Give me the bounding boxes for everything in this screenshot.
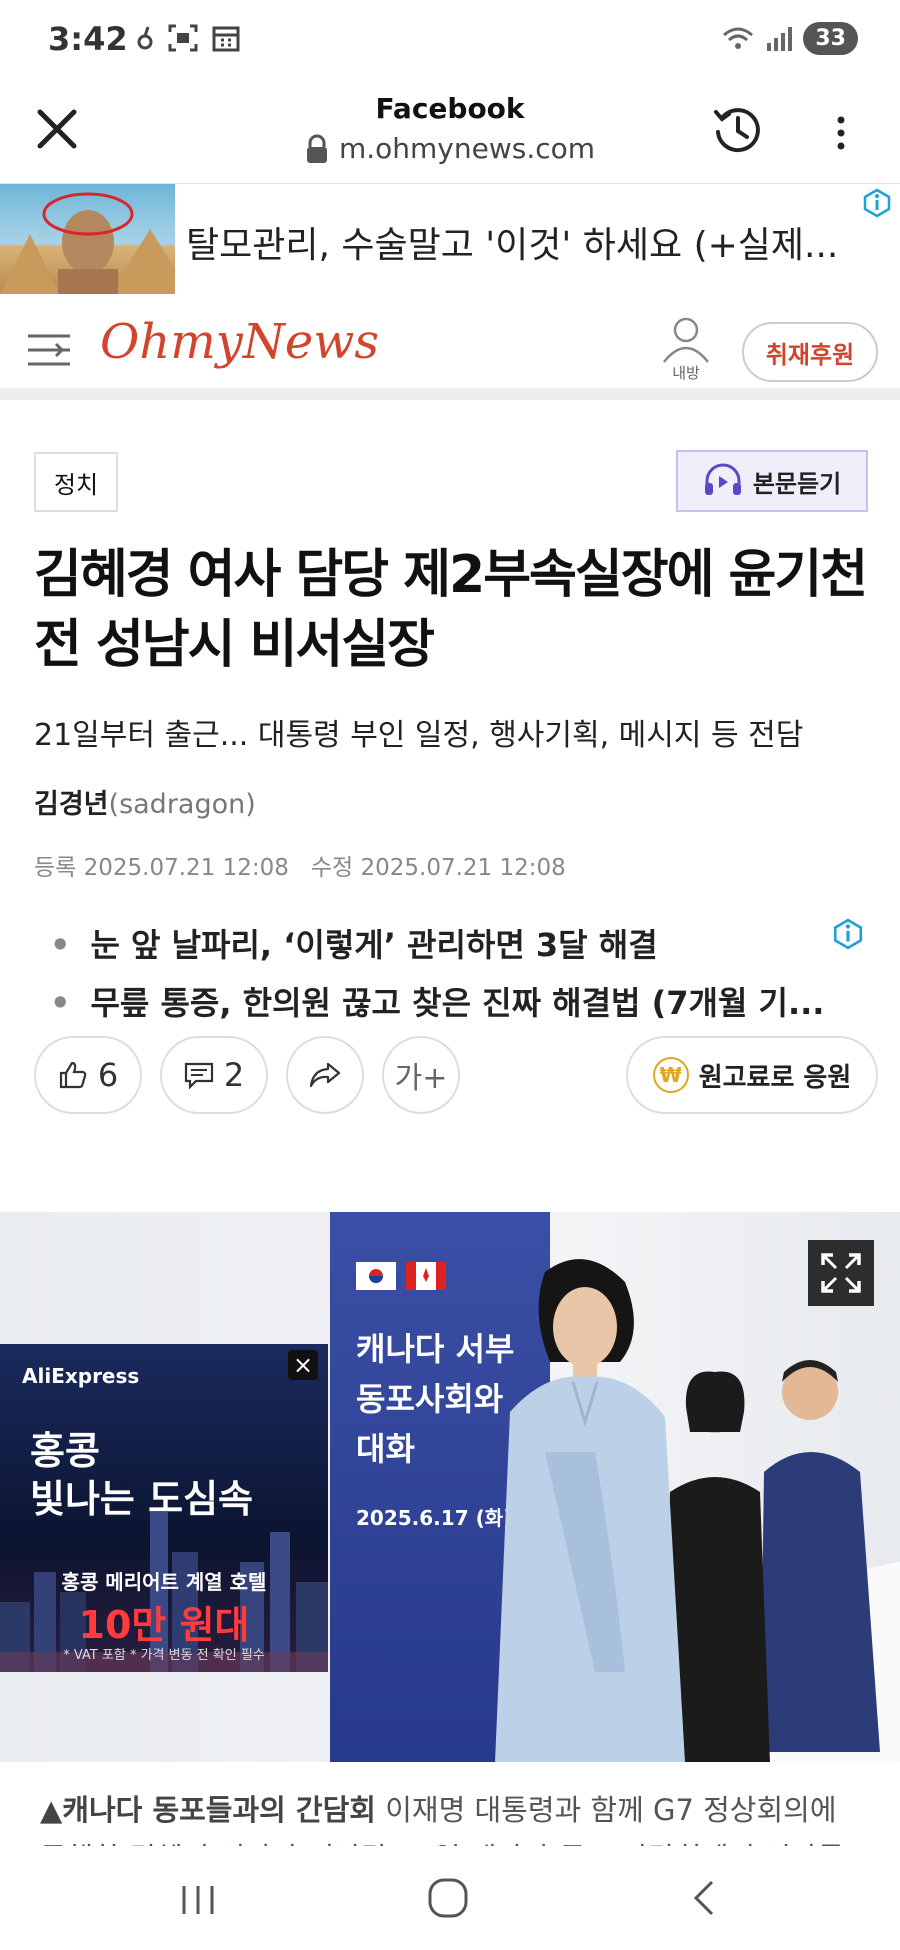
top-ad-text[interactable]: 탈모관리, 수술말고 '이것' 하세요 (+실제... [186,216,886,268]
site-logo[interactable]: OhmyNews [100,314,379,370]
byline[interactable]: 김경년(sadragon) [34,782,256,821]
ad-thumbnail-art [0,192,175,294]
won-coin-icon: ₩ [652,1057,689,1093]
canada-flag-icon [406,1262,446,1290]
ad-brand: AliExpress [22,1364,140,1388]
sponsor-button[interactable]: 취재후원 [742,322,878,382]
related-link[interactable]: 눈 앞 날파리, ‘이렇게’ 관리하면 3달 해결 [50,920,850,978]
calendar-icon [212,26,240,52]
recents-icon[interactable] [178,1880,218,1920]
registered-date: 등록 2025.07.21 12:08 [34,855,289,881]
banner-text-line: 대화 [356,1430,415,1468]
listen-label: 본문듣기 [752,469,842,498]
user-icon [663,317,709,363]
more-icon[interactable] [826,108,856,158]
comment-button[interactable]: 2 [160,1036,268,1114]
wifi-icon [723,27,754,49]
system-nav-bar [0,1846,900,1950]
ad-thumbnail[interactable] [0,184,175,294]
status-time: 3:42 [48,20,128,58]
article-headline: 김혜경 여사 담당 제2부속실장에 윤기천 전 성남시 비서실장 [34,545,868,675]
photo-woman [495,1259,685,1762]
expand-button[interactable] [808,1240,874,1306]
info-icon[interactable] [862,188,892,218]
related-links: 눈 앞 날파리, ‘이렇게’ 관리하면 3달 해결 무릎 통증, 한의원 끊고 … [50,920,850,1036]
history-icon[interactable] [710,102,766,158]
info-icon[interactable] [832,918,864,950]
category-tag[interactable]: 정치 [34,452,118,512]
modified-date: 수정 2025.07.21 12:08 [310,855,566,881]
article-dates: 등록 2025.07.21 12:08 수정 2025.07.21 12:08 [34,848,566,882]
headphones-icon [704,463,741,495]
share-icon [309,1062,341,1088]
overlay-ad[interactable]: AliExpress × 홍콩 빛나는 도심속 홍콩 메리어트 계열 호텔 10… [0,1344,328,1672]
font-size-button[interactable]: 가+ [382,1036,460,1114]
author-id: (sadragon) [108,789,256,820]
share-button[interactable] [286,1036,364,1114]
back-icon[interactable] [686,1878,722,1918]
lock-icon [306,134,327,163]
browser-url-text: m.ohmynews.com [338,132,596,165]
support-button[interactable]: ₩ 원고료로 응원 [626,1036,878,1114]
home-icon[interactable] [426,1876,470,1920]
fullscreen-icon [821,1253,861,1293]
ad-subtext: 홍콩 메리어트 계열 호텔 [61,1570,267,1594]
like-button[interactable]: 6 [34,1036,142,1114]
status-icons-right: 33 [721,22,858,55]
author-name[interactable]: 김경년 [34,789,109,820]
signal-icon [767,26,793,51]
comment-icon [184,1062,213,1089]
thumbs-up-icon [59,1061,87,1089]
listen-button[interactable]: 본문듣기 [676,450,868,512]
ad-headline-2: 빛나는 도심속 [30,1477,253,1521]
menu-icon[interactable] [26,330,72,370]
status-icons-left [136,24,240,52]
status-bar: 3:42 33 [0,0,900,84]
support-label: 원고료로 응원 [698,1062,852,1093]
caption-title: ▲캐나다 동포들과의 간담회 [40,1793,376,1827]
top-ad-banner[interactable]: 탈모관리, 수술말고 '이것' 하세요 (+실제... [0,184,900,296]
korea-flag-icon [356,1262,396,1290]
screenshot-icon [168,24,198,52]
ad-note: * VAT 포함 * 가격 변동 전 확인 필수 [63,1648,265,1663]
related-link[interactable]: 무릎 통증, 한의원 끊고 찾은 진짜 해결법 (7개월 기... [50,978,850,1036]
article-subhead: 21일부터 출근... 대통령 부인 일정, 행사기획, 메시지 등 전담 [34,718,804,753]
browser-toolbar: Facebook m.ohmynews.com [0,84,900,184]
comment-count: 2 [223,1056,245,1094]
ad-price: 10만 원대 [78,1603,250,1647]
ad-close-button[interactable]: × [288,1350,318,1380]
mypage-label: 내방 [672,364,700,382]
site-header: OhmyNews 내방 취재후원 [0,296,900,400]
mypage-button[interactable]: 내방 [658,316,714,382]
ad-headline-1: 홍콩 [30,1429,100,1473]
notification-icon [137,26,153,50]
battery-indicator: 33 [803,22,858,55]
like-count: 6 [97,1056,119,1094]
